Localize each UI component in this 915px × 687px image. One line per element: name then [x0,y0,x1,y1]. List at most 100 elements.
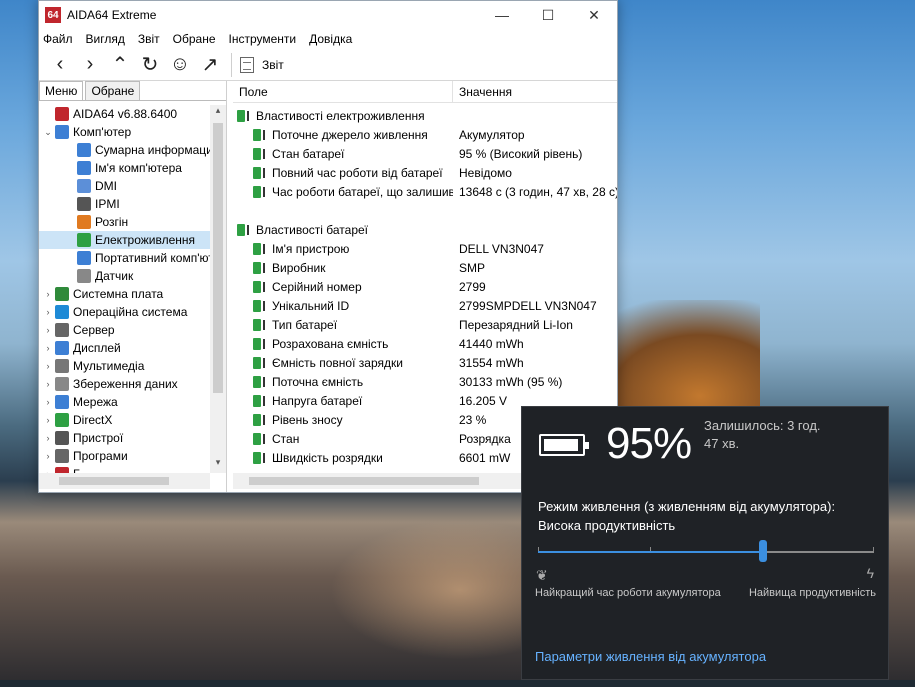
table-row[interactable]: Розрахована ємність 41440 mWh [233,334,617,353]
report-button[interactable]: Звіт [262,58,284,72]
slider-thumb[interactable] [759,540,767,562]
tree-vertical-scrollbar[interactable]: ▴ ▾ [210,105,226,473]
scrollbar-thumb[interactable] [213,123,223,393]
expand-arrow-icon[interactable]: › [43,289,53,299]
taskbar[interactable] [0,680,915,687]
scroll-down-icon[interactable]: ▾ [210,457,226,473]
column-header-value[interactable]: Значення [453,81,617,103]
menu-view[interactable]: Вигляд [86,32,125,46]
expand-arrow-icon[interactable]: › [43,415,53,425]
field-label: Поточне джерело живлення [272,127,428,142]
tree-item[interactable]: › Пристрої [39,429,210,447]
tree-item[interactable]: › Сервер [39,321,210,339]
minimize-button[interactable]: — [479,1,525,29]
tree-item[interactable]: › Збереження даних [39,375,210,393]
tree-item[interactable]: ›Б... [39,465,210,473]
menu-help[interactable]: Довідка [309,32,352,46]
tree-item[interactable]: Розгін [39,213,210,231]
field-label: Стан батареї [272,146,345,161]
field-label: Напруга батареї [272,393,363,408]
report-icon[interactable] [240,56,254,73]
battery-settings-link[interactable]: Параметри живлення від акумулятора [535,649,766,664]
tree-horizontal-scrollbar[interactable] [39,473,210,489]
tree-item[interactable]: Датчик [39,267,210,285]
expand-arrow-icon[interactable]: › [43,451,53,461]
tree-item[interactable]: IPMI [39,195,210,213]
section-header[interactable]: Властивості батареї [233,220,617,239]
table-row[interactable]: Повний час роботи від батареї Невідомо [233,163,617,182]
table-row[interactable]: Поточне джерело живлення Акумулятор [233,125,617,144]
table-row[interactable]: Ємність повної зарядки 31554 mWh [233,353,617,372]
expand-arrow-icon[interactable]: ⌄ [43,127,53,138]
expand-arrow-icon[interactable]: › [43,343,53,353]
section-header[interactable]: Властивості електроживлення [233,106,617,125]
scroll-up-icon[interactable]: ▴ [210,105,226,121]
maximize-button[interactable]: ☐ [525,1,571,29]
chart-icon[interactable]: ↗ [195,51,225,79]
expand-arrow-icon[interactable]: › [43,361,53,371]
menu-report[interactable]: Звіт [138,32,160,46]
back-icon[interactable]: ‹ [45,51,75,79]
tree-item[interactable]: Сумарна информация [39,141,210,159]
tree-item[interactable]: › Програми [39,447,210,465]
scrollbar-thumb[interactable] [249,477,479,485]
devices-icon [55,431,69,445]
expand-arrow-icon[interactable]: › [43,433,53,443]
table-row[interactable]: Тип батареї Перезарядний Li-Ion [233,315,617,334]
expand-arrow-icon[interactable]: › [43,307,53,317]
overclock-icon [77,215,91,229]
time-remaining-line1: Залишилось: 3 год. [704,418,821,433]
slider-tick [873,547,874,551]
refresh-icon[interactable]: ↻ [135,51,165,79]
tree-item[interactable]: › Дисплей [39,339,210,357]
expand-arrow-icon[interactable]: › [43,379,53,389]
tab-favorites[interactable]: Обране [85,81,141,100]
expand-arrow-icon[interactable]: › [43,397,53,407]
table-row[interactable]: Поточна ємність 30133 mWh (95 %) [233,372,617,391]
menu-file[interactable]: Файл [43,32,73,46]
window-title: AIDA64 Extreme [67,8,157,22]
tree-item-label: Збереження даних [73,377,178,391]
tree-item-label: Сумарна информация [95,143,210,157]
tree-item[interactable]: Ім'я комп'ютера [39,159,210,177]
battery-percent: 95% [606,419,692,468]
tree-item[interactable]: › Операційна система [39,303,210,321]
power-mode-slider[interactable] [538,540,874,562]
field-cell: Тип батареї [233,318,453,332]
forward-icon[interactable]: › [75,51,105,79]
title-bar[interactable]: 64 AIDA64 Extreme — ☐ ✕ [39,1,617,29]
value-cell: SMP [459,260,486,275]
tab-menu[interactable]: Меню [39,81,84,100]
user-icon[interactable]: ☺ [165,51,195,79]
table-row[interactable]: Час роботи батареї, що залишився 13648 с … [233,182,617,201]
value-cell: 95 % (Високий рівень) [459,146,583,161]
tree-item[interactable]: › Системна плата [39,285,210,303]
tree-item-label: Дисплей [73,341,121,355]
scrollbar-thumb[interactable] [59,477,169,485]
plug-icon [263,243,269,254]
tree-item[interactable]: › DirectX [39,411,210,429]
tree-item[interactable]: ⌄ Комп'ютер [39,123,210,141]
up-icon[interactable]: ⌃ [105,51,135,79]
tree-item[interactable]: › Мережа [39,393,210,411]
table-row[interactable]: Унікальний ID 2799SMPDELL VN3N047 [233,296,617,315]
tree-item[interactable]: Електроживлення [39,231,210,249]
slider-fill [538,551,763,553]
battery-icon [253,451,261,464]
tree-item[interactable]: DMI [39,177,210,195]
tree-item[interactable]: Портативний комп'ютер [39,249,210,267]
field-label: Повний час роботи від батареї [272,165,443,180]
menu-favorites[interactable]: Обране [173,32,216,46]
slider-label-best-performance: Найвища продуктивність [748,587,876,599]
table-row[interactable]: Серійний номер 2799 [233,277,617,296]
table-row[interactable]: Виробник SMP [233,258,617,277]
tree-item[interactable]: AIDA64 v6.88.6400 [39,105,210,123]
expand-arrow-icon[interactable]: › [43,325,53,335]
menu-tools[interactable]: Інструменти [229,32,297,46]
table-row[interactable]: Стан батареї 95 % (Високий рівень) [233,144,617,163]
tree-item[interactable]: › Мультимедіа [39,357,210,375]
column-header-field[interactable]: Поле [233,80,453,103]
table-row[interactable]: Ім'я пристрою DELL VN3N047 [233,239,617,258]
close-button[interactable]: ✕ [571,1,617,29]
power-mode-label: Режим живлення (з живленням від акумулят… [538,497,878,535]
